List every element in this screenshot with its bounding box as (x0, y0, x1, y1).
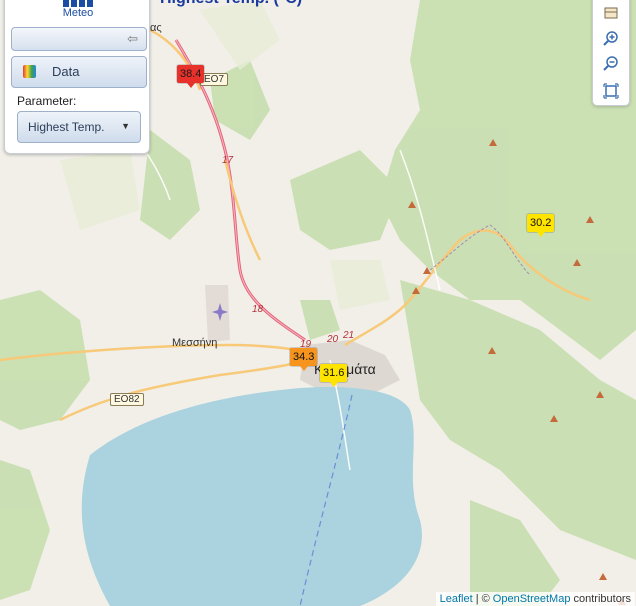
road-number-17: 17 (222, 155, 234, 166)
fullscreen-icon (603, 83, 619, 99)
attribution-separator: | © (475, 593, 490, 605)
road-number-18: 18 (252, 304, 264, 315)
road-number-20: 20 (327, 334, 339, 345)
zoom-out-button[interactable] (597, 51, 625, 75)
meteo-logo-icon (63, 0, 93, 7)
data-button[interactable]: Data (11, 56, 147, 88)
map-title: Highest Temp. (°C) (160, 0, 302, 8)
zoom-out-icon (603, 56, 618, 71)
road-shield-eo82: ΕΟ82 (110, 393, 144, 406)
attribution-contributors: contributors (573, 593, 631, 605)
temperature-marker[interactable]: 34.3 (290, 348, 318, 371)
osm-link[interactable]: OpenStreetMap (493, 593, 571, 605)
temperature-marker[interactable]: 31.6 (320, 364, 348, 387)
arrow-left-icon: ⇦ (127, 31, 138, 46)
map-attribution: Leaflet | © OpenStreetMap contributors (435, 592, 635, 606)
road-shield-eo7: ΕΟ7 (200, 73, 229, 86)
fullscreen-button[interactable] (597, 79, 625, 103)
temperature-marker[interactable]: 38.4 (177, 65, 205, 88)
data-button-label: Data (52, 64, 80, 79)
brand: Meteo (43, 0, 113, 21)
leaflet-link[interactable]: Leaflet (440, 593, 473, 605)
layers-button[interactable] (597, 1, 625, 25)
map-toolbar (592, 0, 630, 106)
zoom-in-button[interactable] (597, 26, 625, 50)
zoom-in-icon (603, 31, 618, 46)
parameter-label: Parameter: (17, 94, 77, 108)
parameter-select[interactable]: Highest Temp. ▼ (17, 111, 141, 143)
temperature-marker[interactable]: 30.2 (527, 214, 555, 237)
control-panel: Meteo ⇦ Data Parameter: Highest Temp. ▼ (4, 0, 150, 154)
place-label-messini: Μεσσήνη (172, 337, 218, 349)
chevron-down-icon: ▼ (121, 121, 130, 131)
brand-name: Meteo (62, 7, 94, 19)
color-scale-icon (23, 65, 36, 78)
parameter-select-value: Highest Temp. (28, 120, 105, 134)
collapse-panel-button[interactable]: ⇦ (11, 27, 147, 51)
road-number-21: 21 (343, 330, 355, 341)
layers-icon (604, 7, 618, 19)
place-label-village: ας (150, 22, 162, 34)
